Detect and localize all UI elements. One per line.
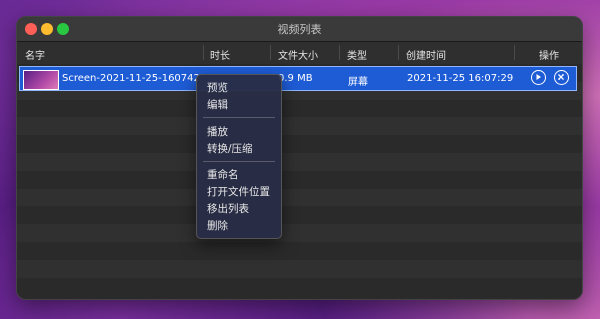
column-divider: [514, 45, 515, 60]
column-divider: [398, 45, 399, 60]
table-row: [17, 277, 582, 296]
video-thumbnail: [23, 70, 59, 90]
column-header-type[interactable]: 类型: [347, 47, 367, 62]
table-row: [17, 117, 582, 136]
column-divider: [339, 45, 340, 60]
menu-separator: [203, 117, 275, 118]
table-row: [17, 241, 582, 260]
video-size: 0.9 MB: [278, 73, 313, 84]
column-divider: [270, 45, 271, 60]
menu-item-edit[interactable]: 编辑: [207, 97, 228, 112]
menu-item-convert-compress[interactable]: 转换/压缩: [207, 141, 253, 156]
video-type: 屏幕: [348, 77, 368, 88]
table-body: Screen-2021-11-25-160742 0.9 MB 屏幕 2021-…: [17, 64, 582, 299]
table-row: [17, 170, 582, 189]
video-created-time: 2021-11-25 16:07:29: [407, 73, 514, 84]
table-row: [17, 259, 582, 278]
menu-separator: [203, 161, 275, 162]
convert-icon[interactable]: [554, 70, 569, 85]
selected-table-row[interactable]: Screen-2021-11-25-160742 0.9 MB 屏幕 2021-…: [19, 66, 577, 91]
menu-item-rename[interactable]: 重命名: [207, 167, 239, 182]
menu-item-preview[interactable]: 预览: [207, 80, 228, 95]
menu-item-remove-from-list[interactable]: 移出列表: [207, 201, 249, 216]
context-menu: 预览 编辑 播放 转换/压缩 重命名 打开文件位置 移出列表 删除: [196, 74, 282, 239]
menu-item-play[interactable]: 播放: [207, 124, 228, 139]
menu-item-delete[interactable]: 删除: [207, 218, 228, 233]
table-row: [17, 135, 582, 153]
column-divider: [203, 45, 204, 60]
table-row: [17, 188, 582, 207]
column-header-name[interactable]: 名字: [25, 47, 45, 62]
video-name: Screen-2021-11-25-160742: [62, 73, 200, 84]
column-header-duration[interactable]: 时长: [210, 47, 230, 62]
table-row: [17, 224, 582, 242]
video-list-window: 视频列表 名字 时长 文件大小 类型 创建时间 操作 Screen-2021-1…: [16, 16, 583, 300]
play-icon[interactable]: [531, 70, 546, 85]
table-row: [17, 99, 582, 118]
table-header: 名字 时长 文件大小 类型 创建时间 操作: [17, 42, 582, 65]
title-bar: 视频列表: [17, 17, 582, 42]
menu-item-open-location[interactable]: 打开文件位置: [207, 184, 270, 199]
column-header-created[interactable]: 创建时间: [406, 47, 446, 62]
column-header-actions[interactable]: 操作: [539, 47, 559, 62]
table-row: [17, 206, 582, 225]
window-title: 视频列表: [277, 23, 322, 36]
table-row: [17, 152, 582, 171]
column-header-size[interactable]: 文件大小: [278, 47, 318, 62]
